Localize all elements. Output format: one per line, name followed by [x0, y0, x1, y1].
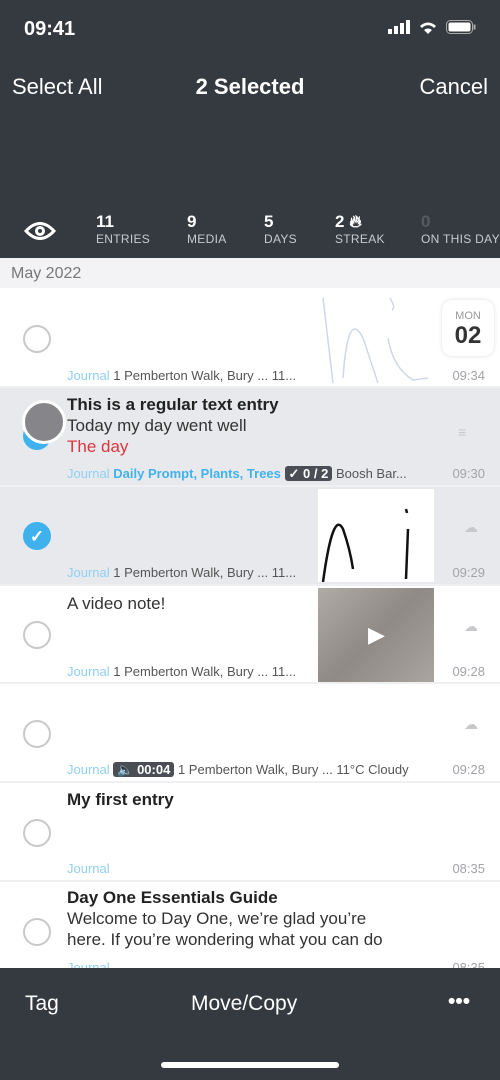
cloud-icon: ☁︎: [464, 519, 478, 535]
signal-icon: [388, 20, 410, 34]
tag-button[interactable]: Tag: [25, 992, 59, 1016]
drawing-thumbnail: [318, 489, 434, 582]
cloud-icon: ☁︎: [464, 618, 478, 634]
entry-row[interactable]: Day One Essentials Guide Welcome to Day …: [0, 882, 500, 982]
drawing-thumbnail: [322, 297, 429, 384]
cancel-button[interactable]: Cancel: [420, 74, 488, 100]
stats-bar: 11 ENTRIES 9 MEDIA 5 DAYS 2 🔥︎ STREAK 0 ON TH…: [0, 212, 500, 252]
select-checkbox[interactable]: [23, 720, 51, 748]
move-copy-button[interactable]: Move/Copy: [191, 992, 297, 1016]
more-button[interactable]: •••: [448, 990, 470, 1014]
month-header: May 2022: [0, 258, 500, 288]
eye-icon[interactable]: [24, 220, 56, 242]
entry-row[interactable]: ☁︎ Journal 🔈 00:04 1 Pemberton Walk, Bur…: [0, 684, 500, 783]
stat-media[interactable]: 9 MEDIA: [187, 212, 227, 246]
page-title: 2 Selected: [195, 74, 305, 99]
checklist-badge: ✓ 0 / 2: [284, 466, 333, 481]
audio-badge: 🔈 00:04: [113, 762, 175, 777]
select-checkbox[interactable]: [23, 621, 51, 649]
entry-row[interactable]: ✓ This is a regular text entry Today my …: [0, 388, 500, 487]
select-checkbox[interactable]: [23, 325, 51, 353]
status-bar: 09:41: [24, 18, 476, 44]
date-badge: MON 02: [442, 300, 494, 356]
stat-streak[interactable]: 2 🔥︎ STREAK: [335, 212, 385, 246]
wifi-icon: [420, 22, 436, 34]
avatar: [22, 400, 66, 444]
battery-icon: [446, 20, 476, 34]
stat-days[interactable]: 5 DAYS: [264, 212, 297, 246]
cloud-icon: ☁︎: [464, 716, 478, 732]
home-indicator: [161, 1062, 339, 1068]
text-lines-icon: ≡: [458, 424, 467, 440]
video-thumbnail[interactable]: ▶: [318, 588, 434, 682]
play-icon[interactable]: ▶: [368, 622, 385, 648]
select-checkbox[interactable]: [23, 918, 51, 946]
flame-icon: 🔥︎: [349, 212, 362, 231]
stat-on-this-day[interactable]: 0 ON THIS DAY: [421, 212, 500, 246]
entry-row[interactable]: Journal 1 Pemberton Walk, Bury ... 11...…: [0, 288, 500, 388]
header: 09:41 Select All 2 Selected Cancel 11 ENT…: [0, 0, 500, 258]
select-checkbox[interactable]: [23, 819, 51, 847]
entry-row[interactable]: ✓ ☁︎ Journal 1 Pemberton Walk, Bury ... …: [0, 487, 500, 586]
clock: 09:41: [24, 18, 76, 40]
entry-row[interactable]: A video note! ▶ ☁︎ Journal 1 Pemberton W…: [0, 586, 500, 684]
entry-row[interactable]: My first entry Journal 08:35: [0, 783, 500, 882]
select-checkbox[interactable]: ✓: [23, 522, 51, 550]
bottom-toolbar: Tag Move/Copy •••: [0, 968, 500, 1080]
stat-entries[interactable]: 11 ENTRIES: [96, 212, 150, 246]
